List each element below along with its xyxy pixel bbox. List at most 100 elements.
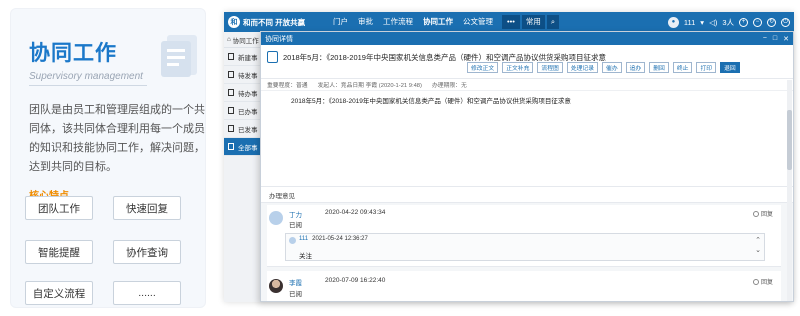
sub-reply-text: 关注: [299, 253, 312, 260]
nav-approval[interactable]: 审批: [353, 12, 378, 32]
avatar: [269, 211, 283, 225]
feature-smart-reminder[interactable]: 智能提醒: [25, 240, 93, 264]
scroll-arrows[interactable]: ⌃ ⌄: [755, 236, 761, 256]
feature-custom-flow[interactable]: 自定义流程: [25, 281, 93, 305]
withdraw-button[interactable]: 删回: [649, 62, 669, 73]
user-name[interactable]: 111: [684, 18, 695, 27]
nav-documents[interactable]: 公文管理: [458, 12, 498, 32]
sidebar-item-new[interactable]: 新建事: [224, 48, 265, 66]
online-users-icon[interactable]: ◁): [709, 18, 717, 27]
edit-body-button[interactable]: 修改正文: [467, 62, 499, 73]
file-icon: [228, 125, 234, 132]
document-illustration-icon: [161, 35, 197, 77]
file-icon: [228, 89, 234, 96]
online-users-count[interactable]: 3人: [722, 17, 734, 28]
close-icon[interactable]: ✕: [783, 35, 789, 43]
power-icon[interactable]: ⏻: [781, 17, 790, 27]
minimize-icon[interactable]: −: [763, 35, 767, 42]
opinions-list: 丁力 已阅 2020-04-22 09:43:34 回复 111 2021-05-…: [261, 203, 793, 301]
main-nav: 门户 审批 工作流程 协同工作 公文管理 ••• 常用 ⌕: [328, 12, 560, 32]
card-title: 协同工作: [29, 42, 117, 65]
opinion-item: 丁力 已阅 2020-04-22 09:43:34 回复 111 2021-05-…: [267, 205, 781, 267]
scrollbar[interactable]: [787, 80, 792, 301]
sidebar-item-all[interactable]: 全部事: [224, 138, 265, 156]
sub-reply-user: 111: [299, 236, 309, 242]
file-icon: [228, 53, 234, 60]
opinion-time: 2020-07-09 16:22:40: [325, 277, 386, 284]
file-icon: [228, 71, 234, 78]
sidebar-item-sent[interactable]: 已发事: [224, 120, 265, 138]
opinion-item: 李霞 已阅 2020-07-09 16:22:40 回复: [267, 271, 781, 301]
intro-card: 协同工作 Supervisory management 团队是由员工和管理层组成…: [10, 8, 206, 308]
sidebar-item-done[interactable]: 已办事: [224, 102, 265, 120]
return-button[interactable]: 退回: [720, 62, 740, 73]
reply-icon: [752, 210, 759, 217]
user-dropdown-icon[interactable]: ▾: [700, 18, 704, 27]
opinion-time: 2020-04-22 09:43:34: [325, 209, 386, 216]
urge-button[interactable]: 催办: [602, 62, 622, 73]
feature-quick-reply[interactable]: 快速回复: [113, 196, 181, 220]
maximize-icon[interactable]: □: [773, 35, 777, 42]
nav-portal[interactable]: 门户: [328, 12, 353, 32]
follow-up-button[interactable]: 追办: [625, 62, 646, 73]
deadline: 办理期限：无: [431, 83, 467, 89]
sidebar-item-label: 待发事: [238, 72, 258, 80]
feature-team-work[interactable]: 团队工作: [25, 196, 93, 220]
chevron-up-icon[interactable]: ⌃: [755, 236, 761, 246]
feature-collab-query[interactable]: 协作查询: [113, 240, 181, 264]
nav-collaboration[interactable]: 协同工作: [418, 12, 458, 32]
reply-button[interactable]: 回复: [752, 277, 773, 286]
sender: 发起人：竞品日期 李霞 (2020-1-21 9:48): [317, 83, 422, 89]
dialog-titlebar: 协同详情: [261, 32, 793, 45]
divider: [29, 85, 147, 86]
top-navbar: 和 和而不同 开放共赢 门户 审批 工作流程 协同工作 公文管理 ••• 常用 …: [224, 12, 794, 32]
sidebar-item-label: 新建事: [238, 54, 258, 62]
card-subtitle: Supervisory management: [29, 71, 143, 82]
avatar: [269, 279, 283, 293]
terminate-button[interactable]: 终止: [672, 62, 693, 73]
scroll-thumb[interactable]: [787, 110, 792, 170]
opinion-status: 已阅: [289, 222, 302, 229]
sub-reply: 111 2021-05-24 12:36:27 关注 ⌃ ⌄: [285, 233, 765, 261]
sidebar-item-pending-send[interactable]: 待发事: [224, 66, 265, 84]
print-button[interactable]: 打印: [696, 62, 717, 73]
reply-button[interactable]: 回复: [752, 209, 773, 218]
supplement-body-button[interactable]: 正文补充: [502, 62, 534, 73]
avatar: [289, 237, 296, 244]
process-record-button[interactable]: 处理记录: [566, 62, 599, 73]
brand-name: 和而不同 开放共赢: [243, 17, 306, 27]
meta-row: 重要程度：普通 发起人：竞品日期 李霞 (2020-1-21 9:48) 办理期…: [261, 79, 793, 91]
flowchart-button[interactable]: 流程图: [537, 62, 563, 73]
minus-icon[interactable]: −: [753, 17, 762, 27]
reply-label: 回复: [760, 212, 773, 218]
collab-detail-dialog: 协同详情 − □ ✕ 2018年5月：《2018-2019年中央国家机关信息类产…: [260, 31, 794, 302]
sidebar-header: ⌂ 协同工作: [224, 32, 265, 48]
sidebar-item-label: 待办事: [238, 90, 258, 98]
user-avatar-icon[interactable]: ●: [667, 16, 679, 28]
reply-label: 回复: [760, 280, 773, 286]
common-button[interactable]: 常用: [521, 15, 545, 29]
logo-icon: 和: [228, 16, 240, 28]
brand: 和 和而不同 开放共赢: [224, 16, 328, 28]
chevron-down-icon[interactable]: ⌄: [755, 246, 761, 256]
more-menu-button[interactable]: •••: [502, 15, 520, 29]
urgency: 重要程度：普通: [267, 83, 308, 89]
reply-icon: [752, 278, 759, 285]
nav-workflow[interactable]: 工作流程: [378, 12, 418, 32]
sidebar-item-label: 已办事: [238, 108, 258, 116]
opinion-user[interactable]: 李霞: [289, 277, 302, 287]
action-toolbar: 修改正文 正文补充 流程图 处理记录 催办 追办 删回 终止 打印 退回: [467, 62, 740, 73]
add-icon[interactable]: +: [739, 17, 748, 27]
sub-reply-meta: 111 2021-05-24 12:36:27: [299, 236, 368, 242]
home-icon: ⌂: [227, 36, 231, 43]
search-icon[interactable]: ⌕: [546, 15, 560, 29]
feature-more[interactable]: ......: [113, 281, 181, 305]
process-opinions-label: 办理意见: [261, 187, 793, 203]
sub-reply-time: 2021-05-24 12:36:27: [312, 236, 368, 242]
refresh-icon[interactable]: ↻: [767, 17, 776, 27]
opinion-user[interactable]: 丁力: [289, 209, 302, 219]
sidebar-item-label: 已发事: [238, 126, 258, 134]
sidebar-item-todo[interactable]: 待办事: [224, 84, 265, 102]
opinion-status: 已阅: [289, 291, 302, 298]
user-area: ● 111 ▾ ◁) 3人 + − ↻ ⏻: [667, 12, 790, 32]
